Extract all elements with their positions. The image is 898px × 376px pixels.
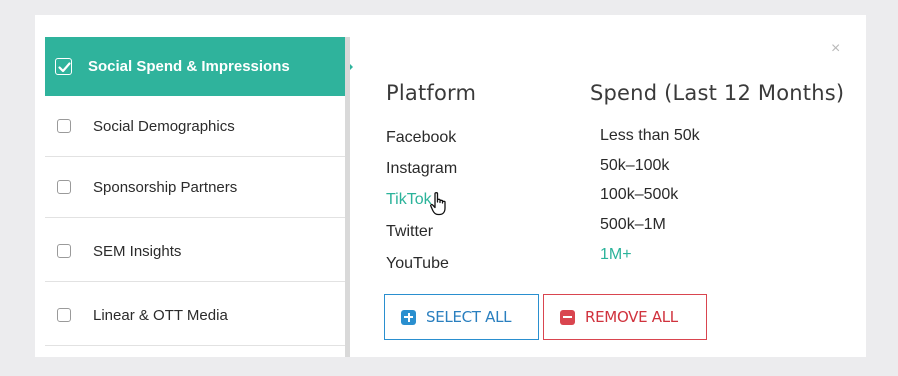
checkbox-checked[interactable] [55,58,72,75]
spend-option-500k-1m[interactable]: 500k–1M [600,216,666,234]
minus-square-icon [560,309,575,325]
filter-panel: Social Spend & Impressions Social Demogr… [35,15,866,357]
checkbox[interactable] [57,308,71,322]
platform-option-facebook[interactable]: Facebook [386,129,456,147]
plus-square-icon [401,309,416,325]
remove-all-button[interactable]: REMOVE ALL [543,294,707,340]
platform-option-youtube[interactable]: YouTube [386,255,449,273]
platform-option-instagram[interactable]: Instagram [386,160,457,178]
sidebar-item-sponsorship-partners[interactable]: Sponsorship Partners [45,157,345,218]
sidebar-item-label: Linear & OTT Media [93,306,228,324]
select-all-button[interactable]: SELECT ALL [384,294,539,340]
select-all-label: SELECT ALL [426,308,512,326]
spend-option-100k-500k[interactable]: 100k–500k [600,186,678,204]
sidebar-item-social-demographics[interactable]: Social Demographics [45,96,345,157]
sidebar-item-label: SEM Insights [93,242,182,260]
spend-column-header: Spend (Last 12 Months) [590,81,845,105]
sidebar-item-social-spend[interactable]: Social Spend & Impressions [45,37,353,96]
sidebar-item-linear-ott-media[interactable]: Linear & OTT Media [45,285,345,346]
remove-all-label: REMOVE ALL [585,308,678,326]
spend-option-50k-100k[interactable]: 50k–100k [600,157,669,175]
checkmark-icon [58,62,71,73]
checkbox[interactable] [57,244,71,258]
sidebar-item-label: Sponsorship Partners [93,178,238,196]
checkbox[interactable] [57,119,71,133]
close-icon[interactable]: × [831,41,840,57]
platform-option-twitter[interactable]: Twitter [386,223,433,241]
panel-divider [345,37,350,357]
platform-column-header: Platform [386,81,477,105]
sidebar-item-sem-insights[interactable]: SEM Insights [45,221,345,282]
platform-option-tiktok[interactable]: TikTok [386,191,432,209]
hand-pointer-icon [429,191,451,222]
spend-option-1m-plus[interactable]: 1M+ [600,246,632,264]
filter-category-sidebar: Social Spend & Impressions Social Demogr… [45,37,353,357]
sidebar-item-label: Social Spend & Impressions [88,58,290,75]
spend-option-less-than-50k[interactable]: Less than 50k [600,127,700,145]
checkbox[interactable] [57,180,71,194]
sidebar-item-label: Social Demographics [93,117,235,135]
